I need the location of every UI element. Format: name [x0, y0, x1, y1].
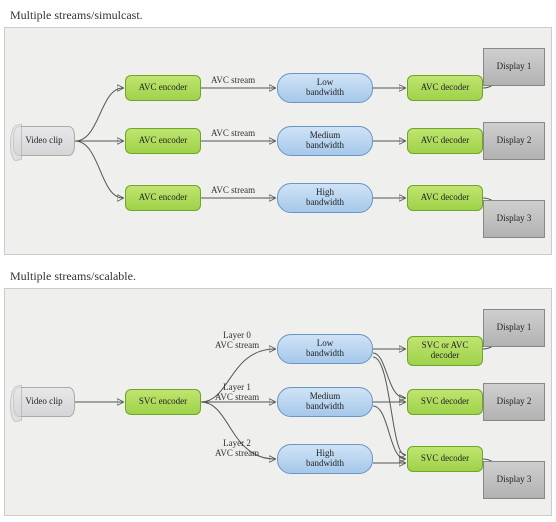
display-label: Display 3	[497, 214, 532, 224]
decoder-box: SVC decoder	[407, 389, 483, 415]
bandwidth-box: Low bandwidth	[277, 334, 373, 364]
bandwidth-box: High bandwidth	[277, 183, 373, 213]
decoder-label: SVC decoder	[421, 454, 469, 464]
decoder-label: AVC decoder	[421, 83, 470, 93]
bandwidth-box: Medium bandwidth	[277, 126, 373, 156]
section-title-simulcast: Multiple streams/simulcast.	[0, 0, 556, 27]
diagram-scalable: Video clip SVC encoder Layer 0 AVC strea…	[4, 288, 552, 516]
display-label: Display 3	[497, 475, 532, 485]
encoder-box: AVC encoder	[125, 128, 201, 154]
display-box: Display 3	[483, 461, 545, 499]
diagram-simulcast: Video clip AVC encoder AVC encoder AVC e…	[4, 27, 552, 255]
display-label: Display 2	[497, 136, 532, 146]
bandwidth-box: Medium bandwidth	[277, 387, 373, 417]
video-clip-label: Video clip	[25, 397, 62, 407]
section-title-scalable: Multiple streams/scalable.	[0, 261, 556, 288]
layer-label: Layer 2 AVC stream	[215, 439, 259, 459]
encoder-box: SVC encoder	[125, 389, 201, 415]
display-label: Display 2	[497, 397, 532, 407]
bandwidth-box: High bandwidth	[277, 444, 373, 474]
stream-label: AVC stream	[211, 129, 255, 139]
display-box: Display 1	[483, 309, 545, 347]
decoder-label: AVC decoder	[421, 136, 470, 146]
display-box: Display 3	[483, 200, 545, 238]
encoder-label: AVC encoder	[139, 193, 188, 203]
stream-label: AVC stream	[211, 76, 255, 86]
encoder-label: AVC encoder	[139, 83, 188, 93]
display-box: Display 2	[483, 383, 545, 421]
layer-label: Layer 0 AVC stream	[215, 331, 259, 351]
video-clip-label: Video clip	[25, 136, 62, 146]
bandwidth-box: Low bandwidth	[277, 73, 373, 103]
display-label: Display 1	[497, 62, 532, 72]
decoder-box: SVC or AVC decoder	[407, 336, 483, 366]
video-clip-node: Video clip	[13, 387, 75, 417]
encoder-box: AVC encoder	[125, 185, 201, 211]
display-box: Display 1	[483, 48, 545, 86]
decoder-box: AVC decoder	[407, 185, 483, 211]
display-label: Display 1	[497, 323, 532, 333]
display-box: Display 2	[483, 122, 545, 160]
bandwidth-label: Low bandwidth	[306, 339, 344, 359]
encoder-label: SVC encoder	[139, 397, 187, 407]
decoder-label: AVC decoder	[421, 193, 470, 203]
decoder-label: SVC or AVC decoder	[422, 341, 469, 361]
decoder-box: AVC decoder	[407, 75, 483, 101]
decoder-box: SVC decoder	[407, 446, 483, 472]
video-clip-node: Video clip	[13, 126, 75, 156]
encoder-box: AVC encoder	[125, 75, 201, 101]
decoder-box: AVC decoder	[407, 128, 483, 154]
decoder-label: SVC decoder	[421, 397, 469, 407]
bandwidth-label: High bandwidth	[306, 188, 344, 208]
bandwidth-label: Medium bandwidth	[306, 392, 344, 412]
encoder-label: AVC encoder	[139, 136, 188, 146]
layer-label: Layer 1 AVC stream	[215, 383, 259, 403]
bandwidth-label: Low bandwidth	[306, 78, 344, 98]
stream-label: AVC stream	[211, 186, 255, 196]
bandwidth-label: Medium bandwidth	[306, 131, 344, 151]
bandwidth-label: High bandwidth	[306, 449, 344, 469]
